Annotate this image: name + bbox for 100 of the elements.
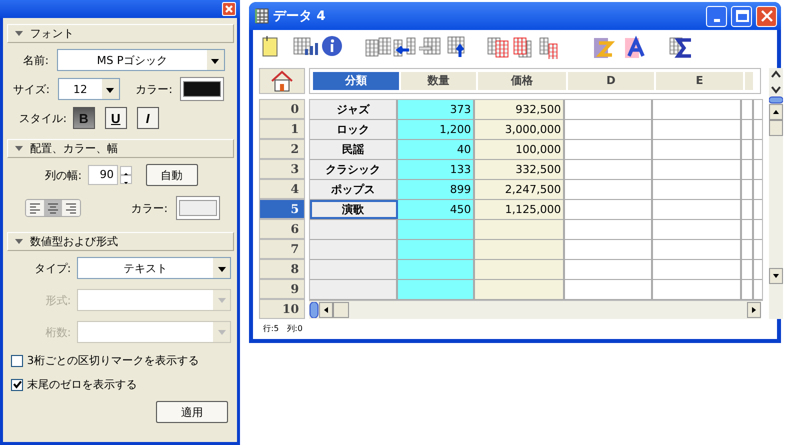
table-cell[interactable]: ジャズ [310, 100, 398, 119]
table-cell[interactable] [310, 220, 398, 239]
table-cell[interactable]: 40 [398, 140, 475, 159]
table-cell[interactable]: 373 [398, 100, 475, 119]
table-cell[interactable]: 民謡 [310, 140, 398, 159]
dropdown[interactable]: MS Pゴシック [56, 49, 225, 71]
grid-icon[interactable] [487, 35, 511, 59]
scroll-left-button[interactable] [319, 302, 333, 318]
align-center-button[interactable] [44, 200, 62, 216]
scroll-up-button[interactable] [769, 104, 783, 120]
sort-ascending-icon[interactable] [591, 35, 615, 59]
row-header[interactable]: 1 [259, 119, 305, 139]
checkbox[interactable] [11, 354, 23, 366]
insert-column-icon[interactable] [393, 35, 417, 59]
close-button[interactable] [222, 2, 236, 16]
auto-button[interactable]: 自動 [146, 164, 198, 186]
info-icon[interactable] [321, 35, 343, 59]
maximize-button[interactable] [731, 6, 752, 26]
column-header[interactable]: 分類 [313, 72, 399, 90]
columns-icon[interactable] [365, 35, 391, 59]
section-header[interactable]: フォント [7, 24, 234, 43]
section-header[interactable]: 数値型および形式 [7, 232, 234, 251]
expand-icon[interactable] [769, 68, 783, 96]
row-header[interactable]: 2 [259, 139, 305, 159]
table-cell[interactable]: ポップス [310, 180, 398, 199]
table-cell[interactable]: 899 [398, 180, 475, 199]
spinner[interactable] [120, 166, 132, 184]
style-italic-button[interactable]: I [136, 107, 159, 129]
table-cell[interactable]: 1,125,000 [475, 200, 565, 219]
section-title: フォント [30, 26, 74, 41]
table-cell[interactable]: 1,200 [398, 120, 475, 139]
table-cell[interactable]: 100,000 [475, 140, 565, 159]
style-bold-button[interactable]: B [72, 107, 95, 129]
table-cell[interactable] [475, 220, 565, 239]
row-header[interactable]: 8 [259, 259, 305, 279]
row-header[interactable]: 6 [259, 219, 305, 239]
section-header[interactable]: 配置、カラー、幅 [7, 139, 234, 158]
table-cell[interactable]: 演歌 [310, 200, 398, 219]
down-arrow-icon [772, 273, 780, 279]
checkbox[interactable] [11, 378, 23, 390]
style-underline-button[interactable]: U [104, 107, 127, 129]
table-cell[interactable]: 932,500 [475, 100, 565, 119]
table-cell[interactable] [475, 240, 565, 259]
align-left-button[interactable] [26, 200, 44, 216]
table-cell[interactable]: ロック [310, 120, 398, 139]
column-header[interactable]: E [656, 72, 743, 90]
table-cell[interactable] [398, 240, 475, 259]
table-cell[interactable]: 332,500 [475, 160, 565, 179]
row-header[interactable]: 5 [259, 199, 305, 219]
status-text: 行:5 [263, 323, 279, 334]
column-header[interactable]: 価格 [478, 72, 566, 90]
split-handle-icon[interactable] [309, 302, 319, 318]
close-icon [225, 5, 233, 13]
sort-descending-icon[interactable] [623, 35, 647, 59]
split-handle-icon[interactable] [769, 96, 783, 104]
table-cell[interactable]: 133 [398, 160, 475, 179]
close-button[interactable] [756, 6, 777, 26]
table-cell[interactable] [475, 280, 565, 299]
check-icon [12, 380, 22, 389]
apply-button[interactable]: 適用 [156, 401, 228, 423]
table-cell[interactable] [310, 240, 398, 259]
row-header[interactable]: 9 [259, 279, 305, 299]
column-header[interactable]: D [568, 72, 654, 90]
table-cell[interactable] [398, 260, 475, 279]
window-title: データ 4 [273, 8, 327, 25]
align-left-icon [27, 201, 43, 215]
table-cell[interactable]: クラシック [310, 160, 398, 179]
field-label: 名前: [23, 52, 49, 68]
row-header[interactable]: 3 [259, 159, 305, 179]
dropdown[interactable]: テキスト [77, 257, 231, 279]
align-right-button[interactable] [62, 200, 80, 216]
color-swatch[interactable] [176, 196, 220, 220]
table-cell[interactable] [398, 220, 475, 239]
row-header[interactable]: 0 [259, 99, 305, 119]
note-icon[interactable] [261, 35, 279, 59]
table-cell[interactable]: 450 [398, 200, 475, 219]
table-cell[interactable]: 3,000,000 [475, 120, 565, 139]
scroll-down-button[interactable] [769, 268, 783, 284]
sum-icon[interactable] [669, 35, 693, 59]
align-center-icon [45, 201, 61, 215]
number-field[interactable]: 90 [88, 165, 118, 185]
field-label: スタイル: [19, 110, 67, 126]
column-header[interactable]: 数量 [401, 72, 476, 90]
table-cell[interactable] [310, 260, 398, 279]
home-button[interactable] [259, 68, 305, 94]
up-arrow-icon [772, 109, 780, 115]
dropdown[interactable]: 12 [58, 78, 120, 100]
row-header[interactable]: 10 [259, 299, 305, 319]
scroll-thumb[interactable] [769, 120, 783, 136]
table-cell[interactable] [475, 260, 565, 279]
minimize-icon [714, 18, 720, 22]
scroll-thumb[interactable] [333, 302, 349, 318]
color-swatch[interactable] [180, 77, 224, 101]
table-cell[interactable] [398, 280, 475, 299]
table-cell[interactable] [310, 280, 398, 299]
row-header[interactable]: 7 [259, 239, 305, 259]
row-header[interactable]: 4 [259, 179, 305, 199]
scroll-right-button[interactable] [747, 302, 761, 318]
table-cell[interactable]: 2,247,500 [475, 180, 565, 199]
minimize-button[interactable] [706, 6, 727, 26]
